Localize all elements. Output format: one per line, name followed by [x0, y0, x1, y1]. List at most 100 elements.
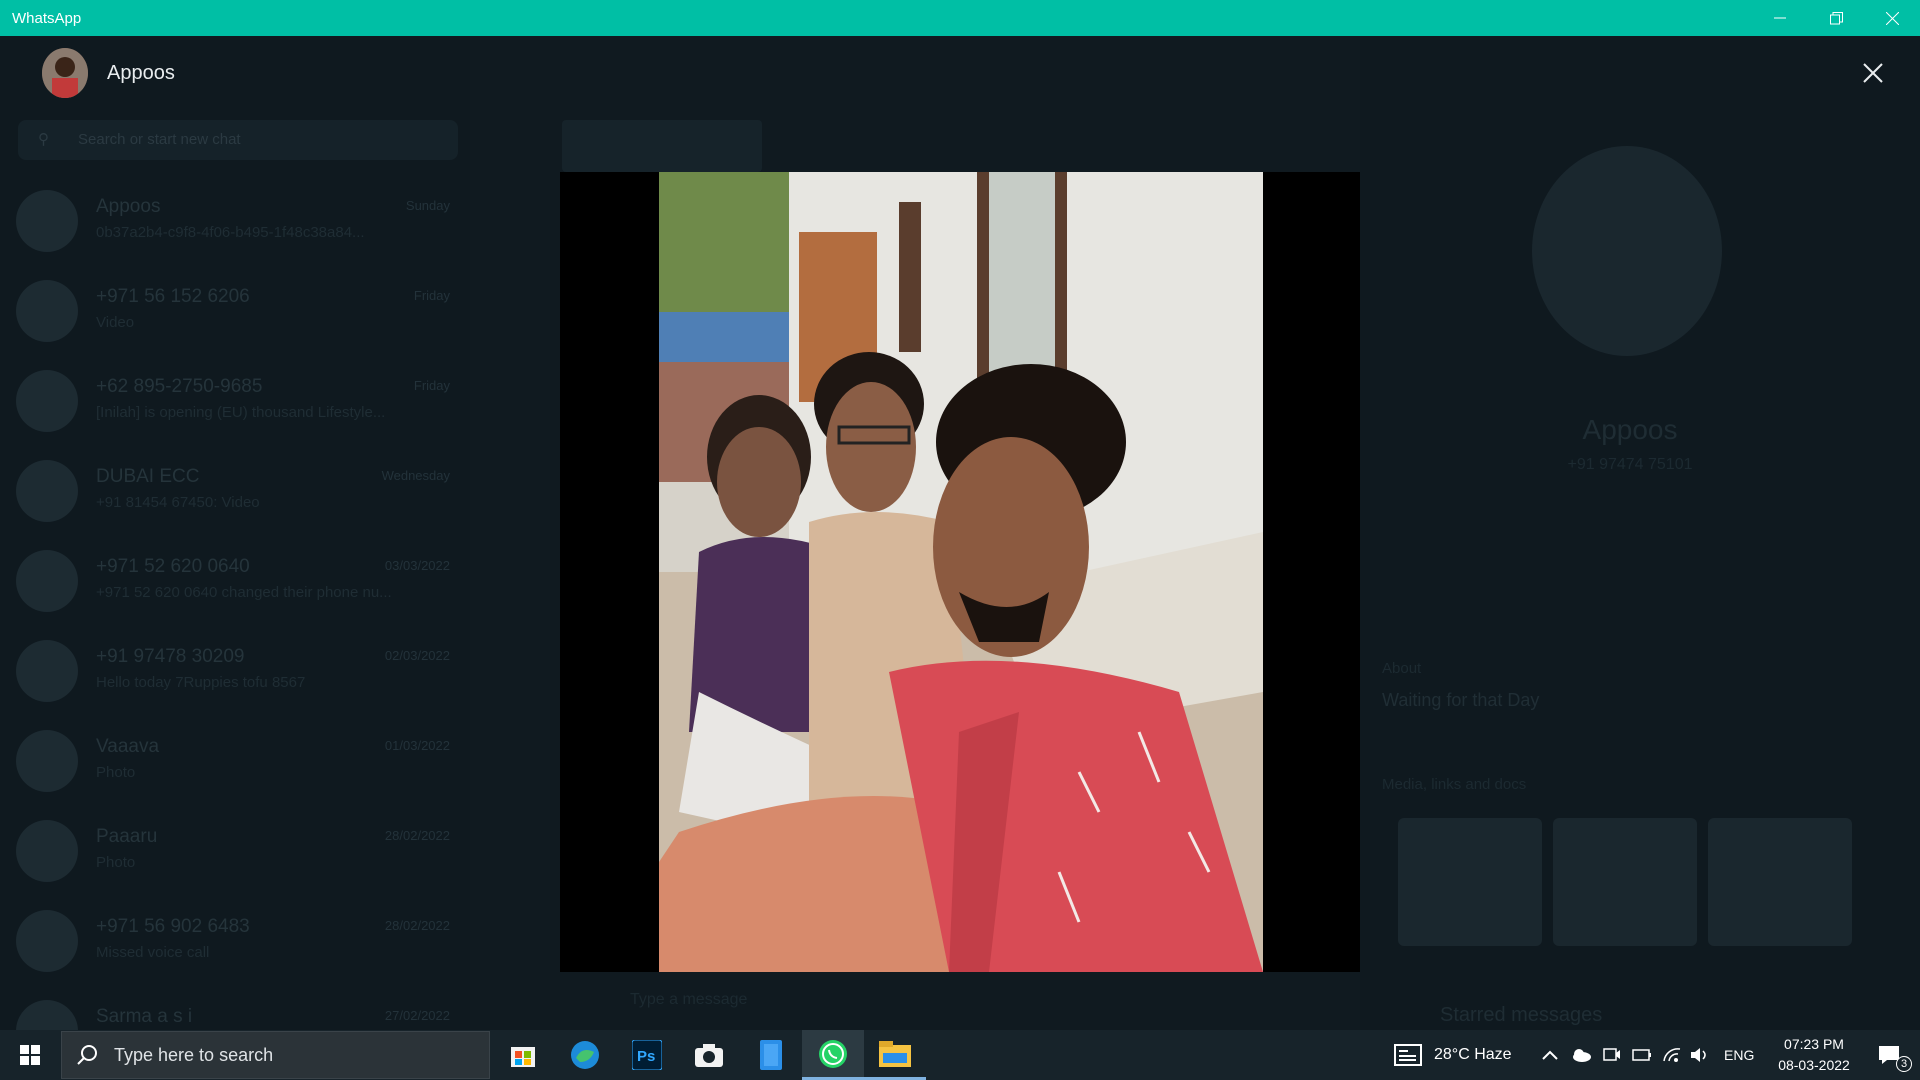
- chat-preview: [Inilah] is opening (EU) thousand Lifest…: [96, 404, 386, 421]
- chat-time: 03/03/2022: [384, 558, 450, 573]
- search-icon: [77, 1045, 97, 1065]
- chat-name: +971 56 152 6206: [96, 286, 250, 307]
- chat-name: Sarma a s i: [96, 1006, 193, 1027]
- windows-logo-icon: [20, 1045, 40, 1065]
- chat-time: Friday: [413, 288, 450, 303]
- restore-icon: [1829, 11, 1843, 24]
- edge-browser-icon[interactable]: [554, 1030, 616, 1080]
- notification-count-badge: 3: [1896, 1056, 1912, 1072]
- avatar: [16, 730, 78, 792]
- volume-icon[interactable]: [1686, 1030, 1714, 1080]
- onedrive-icon[interactable]: [1566, 1030, 1596, 1080]
- camera-icon[interactable]: [678, 1030, 740, 1080]
- weather-text[interactable]: 28°C Haze: [1434, 1046, 1512, 1064]
- chevron-up-icon[interactable]: [1538, 1030, 1562, 1080]
- chat-list-item: DUBAI ECC Wednesday +91 81454 67450: Vid…: [0, 448, 470, 538]
- about-value: Waiting for that Day: [1382, 690, 1540, 710]
- file-explorer-icon[interactable]: [864, 1030, 926, 1080]
- chat-list-item: +971 52 620 0640 03/03/2022 +971 52 620 …: [0, 538, 470, 628]
- minimize-button[interactable]: [1752, 0, 1808, 36]
- chat-name: Appoos: [96, 196, 161, 217]
- taskbar-search-box[interactable]: Type here to search: [61, 1031, 490, 1079]
- close-icon: [1885, 11, 1899, 25]
- chat-list-item: +971 56 902 6483 28/02/2022 Missed voice…: [0, 898, 470, 988]
- photo-image: [659, 172, 1263, 972]
- taskbar-search-placeholder: Type here to search: [114, 1044, 274, 1065]
- contact-avatar-image: [42, 48, 88, 98]
- battery-icon[interactable]: [1628, 1030, 1656, 1080]
- chat-list-item: +91 97478 30209 02/03/2022 Hello today 7…: [0, 628, 470, 718]
- search-icon: ⚲: [38, 131, 49, 148]
- language-indicator[interactable]: ENG: [1724, 1047, 1754, 1063]
- chat-preview: Hello today 7Ruppies tofu 8567: [96, 674, 306, 691]
- chat-time: Sunday: [405, 198, 450, 213]
- chat-preview: Missed voice call: [96, 944, 210, 961]
- restore-button[interactable]: [1808, 0, 1864, 36]
- close-window-button[interactable]: [1864, 0, 1920, 36]
- chat-list-item: +971 56 152 6206 Friday Video: [0, 268, 470, 358]
- notes-app-icon[interactable]: [740, 1030, 802, 1080]
- avatar: [16, 280, 78, 342]
- media-label: Media, links and docs: [1382, 776, 1527, 793]
- whatsapp-taskbar-icon[interactable]: [802, 1030, 864, 1080]
- media-thumbnail: [1708, 818, 1852, 946]
- chat-list-item: Appoos Sunday 0b37a2b4-c9f8-4f06-b495-1f…: [0, 178, 470, 268]
- microsoft-store-icon[interactable]: [492, 1030, 554, 1080]
- avatar: [16, 1000, 78, 1030]
- chat-preview: Video: [96, 314, 135, 331]
- avatar: [16, 910, 78, 972]
- notification-center-button[interactable]: 3: [1862, 1030, 1918, 1080]
- conversation-tab-ghost: [562, 120, 762, 172]
- avatar[interactable]: [42, 48, 88, 98]
- wifi-icon[interactable]: [1658, 1030, 1686, 1080]
- avatar: [16, 550, 78, 612]
- chat-name: +971 56 902 6483: [96, 916, 250, 937]
- chat-time: 01/03/2022: [384, 738, 450, 753]
- chat-search-placeholder: Search or start new chat: [78, 131, 241, 148]
- chat-search-input: ⚲ Search or start new chat: [18, 120, 458, 160]
- window-titlebar: WhatsApp: [0, 0, 1920, 36]
- selfie-photo: [659, 172, 1263, 972]
- clock-date: 08-03-2022: [1778, 1057, 1850, 1073]
- chat-list-item: +62 895-2750-9685 Friday [Inilah] is ope…: [0, 358, 470, 448]
- avatar: [16, 190, 78, 252]
- windows-taskbar: Type here to search Ps 28°C Haze ENG 07:…: [0, 1030, 1920, 1080]
- avatar: [16, 640, 78, 702]
- chat-name: +91 97478 30209: [96, 646, 245, 667]
- minimize-icon: [1774, 17, 1786, 19]
- window-title: WhatsApp: [12, 9, 82, 27]
- contact-info-panel: Appoos +91 97474 75101 About Waiting for…: [1360, 36, 1920, 1030]
- compose-placeholder: Type a message: [630, 991, 748, 1008]
- chat-preview: 0b37a2b4-c9f8-4f06-b495-1f48c38a84...: [96, 224, 365, 241]
- chat-preview: +971 52 620 0640 changed their phone nu.…: [96, 584, 392, 601]
- chat-list-item: Vaaava 01/03/2022 Photo: [0, 718, 470, 808]
- chat-time: 27/02/2022: [384, 1008, 450, 1023]
- meet-now-icon[interactable]: [1598, 1030, 1626, 1080]
- avatar: [16, 460, 78, 522]
- viewer-contact-name: Appoos: [107, 62, 175, 84]
- message-compose-bar: Type a message: [500, 981, 1330, 1021]
- chat-list-item: Sarma a s i 27/02/2022: [0, 988, 470, 1030]
- svg-text:Ps: Ps: [637, 1048, 655, 1065]
- media-thumbnail: [1398, 818, 1542, 946]
- chat-time: 02/03/2022: [384, 648, 450, 663]
- chat-name: Vaaava: [96, 736, 160, 757]
- chat-list-sidebar: ⚲ Search or start new chat Appoos Sunday…: [0, 36, 470, 1030]
- media-frame: [560, 172, 1360, 972]
- photoshop-icon[interactable]: Ps: [616, 1030, 678, 1080]
- chat-list-item: Paaaru 28/02/2022 Photo: [0, 808, 470, 898]
- chat-time: 28/02/2022: [384, 918, 450, 933]
- contact-profile-picture: [1532, 146, 1722, 356]
- starred-messages: Starred messages: [1440, 1004, 1603, 1026]
- start-button[interactable]: [0, 1030, 60, 1080]
- clock[interactable]: 07:23 PM 08-03-2022: [1764, 1034, 1864, 1076]
- clock-time: 07:23 PM: [1784, 1036, 1844, 1052]
- avatar: [16, 370, 78, 432]
- contact-info-name: Appoos: [1582, 414, 1678, 445]
- media-thumbnail: [1553, 818, 1697, 946]
- weather-news-icon[interactable]: [1390, 1030, 1426, 1080]
- chat-time: Friday: [413, 378, 450, 393]
- chat-time: Wednesday: [381, 468, 450, 483]
- avatar: [16, 820, 78, 882]
- close-viewer-button[interactable]: [1858, 58, 1888, 88]
